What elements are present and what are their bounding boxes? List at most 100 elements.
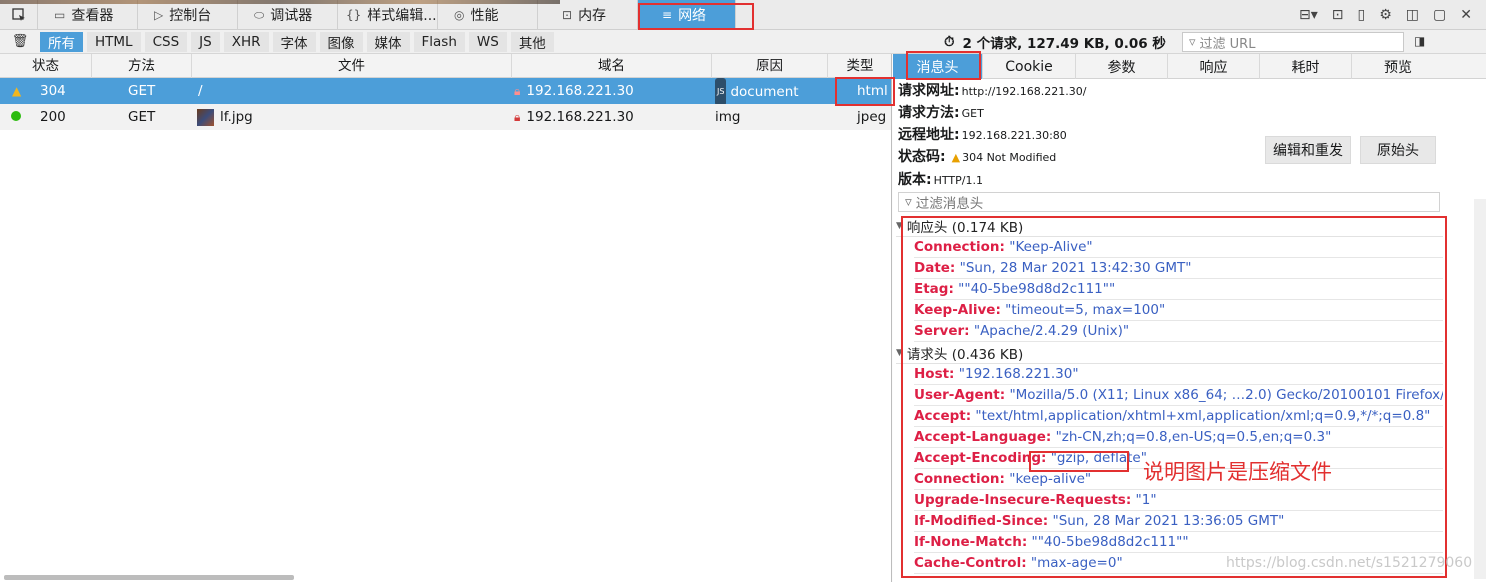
horizontal-scrollbar[interactable] [4,575,294,580]
column-method[interactable]: 方法 [92,54,192,78]
filter-xhr-button[interactable]: XHR [223,31,269,52]
split-console-icon[interactable]: ⊡ [1332,7,1344,23]
tab-timings[interactable]: 耗时 [1260,54,1352,79]
column-status[interactable]: 状态 [0,54,92,78]
tab-label: 样式编辑... [367,8,437,24]
column-file[interactable]: 文件 [192,54,512,78]
style-editor-icon: {} [346,8,362,22]
filter-headers-input[interactable]: ▿ 过滤消息头 [898,192,1440,212]
filter-images-button[interactable]: 图像 [319,31,363,52]
tab-debugger[interactable]: ⬭ 调试器 [238,0,338,30]
filter-other-button[interactable]: 其他 [510,31,554,52]
devtools-window: ▭ 查看器 ▷ 控制台 ⬭ 调试器 {} 样式编辑... ◎ 性能 ⊡ 内存 ≡ 网络 ⊟▾ … [0,0,1486,582]
tab-console[interactable]: ▷ 控制台 [138,0,238,30]
remote-address-value: 192.168.221.30:80 [961,129,1067,142]
remote-address-row: 远程地址: 192.168.221.30:80 [898,124,1067,144]
column-domain[interactable]: 域名 [512,54,712,78]
url-filter-input[interactable]: ▿ 过滤 URL [1182,32,1404,52]
annotation-box-gzip [1029,451,1129,472]
filter-headers-placeholder: 过滤消息头 [915,196,984,212]
tab-style-editor[interactable]: {} 样式编辑... [338,0,438,30]
filter-fonts-button[interactable]: 字体 [272,31,316,52]
row-cause: img [715,109,741,125]
tab-memory[interactable]: ⊡ 内存 [538,0,638,30]
settings-gear-icon[interactable]: ⚙ [1379,7,1392,23]
filter-media-button[interactable]: 媒体 [366,31,410,52]
picker-icon [11,7,25,21]
dock-side-icon[interactable]: ◫ [1406,7,1419,23]
table-row[interactable]: 200 GET lf.jpg 🔒︎ 192.168.221.30 img jpeg [0,104,891,130]
vertical-scrollbar[interactable] [1474,199,1486,579]
tab-label: 性能 [470,8,499,24]
element-picker-button[interactable] [0,0,38,29]
image-thumbnail [197,108,214,126]
details-tabs: 消息头 Cookie 参数 响应 耗时 预览 [893,54,1486,79]
insecure-connection-icon: 🔒︎ [514,84,521,98]
request-url-label: 请求网址: [898,83,960,99]
annotation-box-network-tab [638,3,754,30]
filter-css-button[interactable]: CSS [144,31,188,52]
request-url-value[interactable]: http://192.168.221.30/ [962,85,1087,98]
dock-mode-icon[interactable]: ⊟▾ [1299,7,1318,23]
tab-params[interactable]: 参数 [1076,54,1168,79]
watermark: https://blog.csdn.net/s1521279060 [1226,555,1473,571]
debugger-icon: ⬭ [254,7,265,22]
status-code-label: 状态码: [898,149,946,165]
row-cause: document [730,84,799,100]
clear-requests-button[interactable]: 🗑 [0,34,40,49]
responsive-mode-icon[interactable]: ▯ [1358,7,1366,23]
version-value: HTTP/1.1 [933,174,983,187]
filter-flash-button[interactable]: Flash [413,31,465,52]
status-code-value: 304 Not Modified [962,151,1057,164]
row-status: 304 [40,83,66,99]
network-toolbar: 🗑 所有 HTML CSS JS XHR 字体 图像 媒体 Flash WS 其… [0,30,1486,54]
filter-js-button[interactable]: JS [191,31,220,52]
request-method-label: 请求方法: [898,105,960,121]
row-status: 200 [40,109,66,125]
filter-funnel-icon: ▿ [1189,34,1196,50]
request-url-row: 请求网址: http://192.168.221.30/ [898,80,1087,100]
row-file: / [198,83,203,99]
tab-inspector[interactable]: ▭ 查看器 [38,0,138,30]
performance-icon: ◎ [454,8,465,22]
column-cause[interactable]: 原因 [712,54,828,78]
version-row: 版本: HTTP/1.1 [898,169,983,189]
tab-response[interactable]: 响应 [1168,54,1260,79]
js-icon: JS [715,78,727,106]
row-method: GET [128,83,156,99]
request-list: 状态 方法 文件 域名 原因 类型 ▲ 304 GET / 🔒︎ 192.168.… [0,54,892,582]
annotation-note: 说明图片是压缩文件 [1143,460,1332,484]
annotation-box-headers [901,216,1447,578]
annotation-box-type-html [835,77,895,106]
summary-text: 2 个请求, 127.49 KB, 0.06 秒 [962,36,1166,52]
column-type[interactable]: 类型 [828,54,892,78]
raw-headers-button[interactable]: 原始头 [1360,136,1436,164]
filter-ws-button[interactable]: WS [468,31,507,52]
filter-funnel-icon: ▿ [905,194,912,210]
close-icon[interactable]: ✕ [1460,7,1472,23]
warning-triangle-icon: ▲ [12,84,22,98]
console-icon: ▷ [154,8,164,22]
table-row[interactable]: ▲ 304 GET / 🔒︎ 192.168.221.30 JS document … [0,78,891,106]
toggle-sidebar-icon[interactable]: ◨ [1414,34,1425,48]
undock-icon[interactable]: ▢ [1433,7,1446,23]
tab-label: 查看器 [71,8,114,24]
edit-resend-button[interactable]: 编辑和重发 [1265,136,1351,164]
tab-preview[interactable]: 预览 [1352,54,1444,79]
memory-icon: ⊡ [562,8,573,22]
insecure-connection-icon: 🔒︎ [514,110,521,124]
row-file: lf.jpg [220,109,253,125]
tab-performance[interactable]: ◎ 性能 [438,0,538,30]
trash-icon: 🗑 [11,34,29,49]
row-type: jpeg [857,109,887,125]
tab-cookies[interactable]: Cookie [983,54,1076,79]
row-method: GET [128,109,156,125]
annotation-box-headers-tab [906,51,981,80]
request-method-value: GET [961,107,984,120]
tab-label: 内存 [578,8,607,24]
filter-all-button[interactable]: 所有 [40,31,83,52]
filter-html-button[interactable]: HTML [87,31,141,52]
inspector-icon: ▭ [54,8,66,22]
row-domain: 192.168.221.30 [526,109,634,125]
url-filter-placeholder: 过滤 URL [1199,36,1256,52]
